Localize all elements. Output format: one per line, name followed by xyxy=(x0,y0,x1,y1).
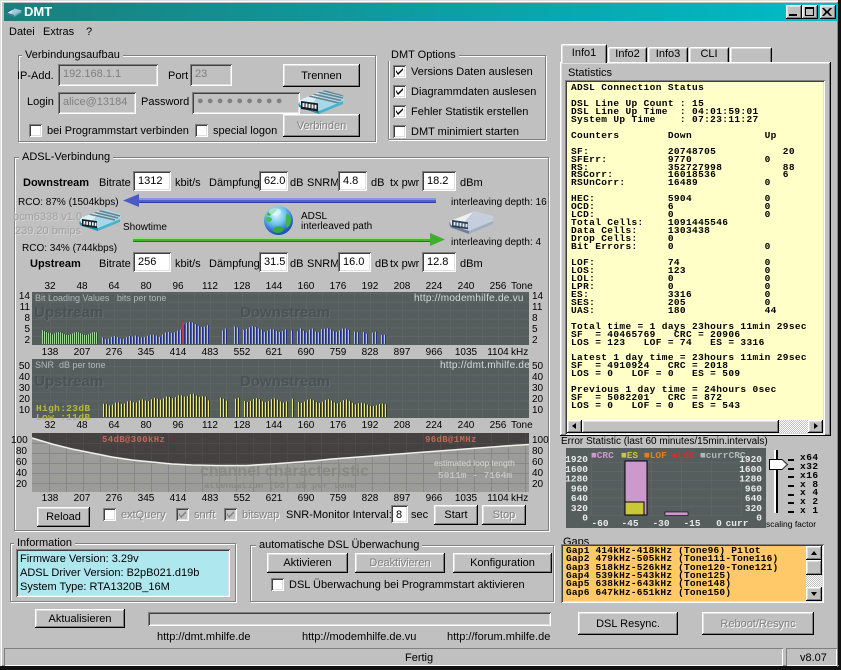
svg-text:Downstream: Downstream xyxy=(240,304,330,321)
svg-text:■LOS: ■LOS xyxy=(672,450,695,461)
svg-text:Upstream: Upstream xyxy=(34,373,103,390)
svg-text:0: 0 xyxy=(756,513,762,524)
svg-text:Downstream: Downstream xyxy=(240,373,330,390)
svg-text:curr: curr xyxy=(726,518,749,528)
svg-text:Upstream: Upstream xyxy=(34,304,103,321)
svg-text:■LOF: ■LOF xyxy=(644,450,667,461)
svg-text:attenuation (DS) dB per tone: attenuation (DS) dB per tone xyxy=(204,481,355,491)
svg-text:■CRC: ■CRC xyxy=(591,450,614,461)
svg-text:■currCRC: ■currCRC xyxy=(700,450,746,461)
svg-text:-30: -30 xyxy=(652,518,669,528)
svg-text:-15: -15 xyxy=(683,518,700,528)
svg-text:0: 0 xyxy=(716,518,722,528)
svg-text:estimated loop length: estimated loop length xyxy=(434,458,515,468)
svg-text:■ES: ■ES xyxy=(621,450,638,461)
svg-text:5011m - 7164m: 5011m - 7164m xyxy=(438,470,512,481)
svg-text:0: 0 xyxy=(582,513,588,524)
svg-text:-60: -60 xyxy=(591,518,608,528)
svg-text:-45: -45 xyxy=(621,518,638,528)
